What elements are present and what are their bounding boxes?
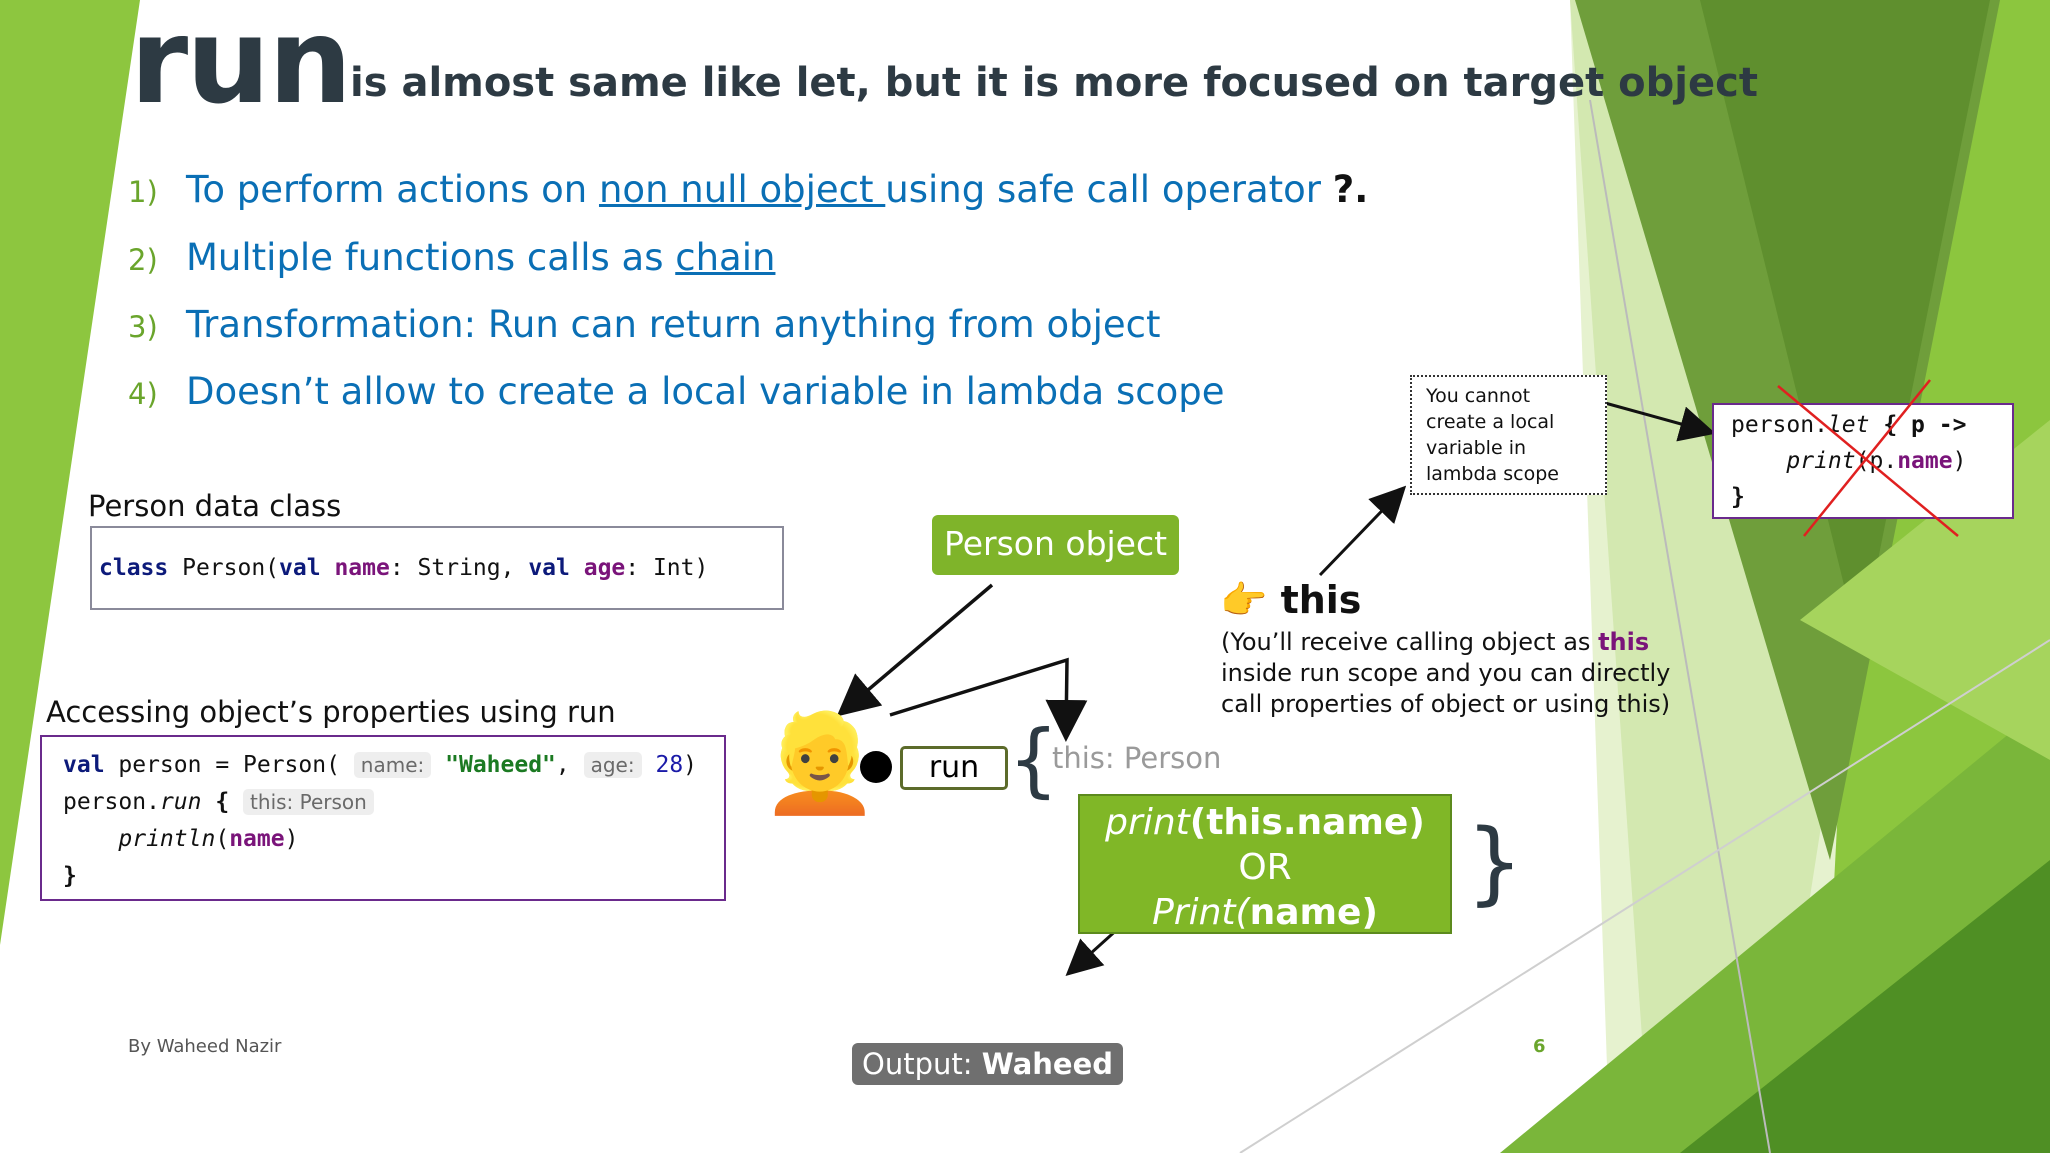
bullet-number: 2) [128,243,158,277]
code-string: "Waheed" [445,752,556,778]
code-line-1: val person = Person( name: "Waheed", age… [63,747,724,784]
desc-text: (You’ll receive calling object as [1221,628,1599,656]
code-text: person. [63,789,160,815]
code-keyword: val [279,555,321,581]
result-line-2: OR [1238,847,1292,888]
access-code: val person = Person( name: "Waheed", age… [40,735,726,901]
output-prefix: Output: [862,1047,982,1081]
close-brace: } [1466,810,1524,915]
cross-out-icon [1777,379,1959,537]
bullet-text: Multiple functions calls as [186,236,676,279]
access-label: Accessing object’s properties using run [46,695,616,729]
arrow-this-to-note [1318,485,1407,577]
bullet-2: 2) Multiple functions calls as chain [128,236,775,279]
code-brace: } [1731,484,1745,510]
safe-call-operator: ?. [1332,168,1369,211]
code-text: ) [284,826,299,852]
code-brace: } [63,863,77,889]
bullet-1: 1) To perform actions on non null object … [128,168,1368,211]
code-keyword: val [528,555,570,581]
code-text: ( [215,826,230,852]
param-hint-name: name: [353,752,432,778]
avatar: 👱 [760,707,880,819]
code-text: ) [683,752,698,778]
person-class-label: Person data class [88,489,342,523]
result-line-1: print(this.name) [1080,800,1450,845]
bullet-3: 3) Transformation: Run can return anythin… [128,303,1160,346]
code-function: run [159,789,202,815]
code-text: person = Person( [104,752,354,778]
output-pill: Output: Waheed [852,1043,1123,1085]
run-function-box: run [900,746,1008,790]
code-text: : Int) [625,555,709,581]
this-description: (You’ll receive calling object as this i… [1221,627,1671,720]
code-keyword: class [99,555,169,581]
link-non-null-object[interactable]: non null object [599,168,885,211]
code-property: name [229,826,285,852]
result-line-3: Print(name) [1080,890,1450,935]
bullet-text: Doesn’t allow to create a local variable… [186,370,1225,413]
result-arg: (this.name) [1189,802,1425,843]
code-text: Person( [168,555,280,581]
title-keyword: run [130,0,352,130]
bullet-text: To perform actions on [186,168,599,211]
link-chain[interactable]: chain [675,236,775,279]
person-object-tag: Person object [932,515,1180,575]
arrow-person-object-to-avatar [836,583,994,717]
note-no-local-variable: You cannot create a local variable in la… [1410,375,1607,495]
this-heading: 👉 this [1220,578,1361,623]
result-fn: Print( [1152,892,1250,933]
title-text: is almost same like let, but it is more … [350,60,1758,106]
bullet-text-after: using safe call operator [885,168,1333,211]
code-brace: { [201,789,230,815]
code-line-2: person.run { this: Person [63,784,724,821]
code-text: , [555,752,584,778]
this-type-label: this: Person [1052,741,1222,775]
result-fn: print [1105,802,1190,843]
code-keyword: val [63,752,105,778]
person-class-code: class Person(val name: String, val age: … [90,526,784,610]
this-heading-text: this [1280,578,1362,622]
result-arg: name) [1249,892,1378,933]
code-text: : String, [389,555,529,581]
bullet-number: 3) [128,310,158,344]
page-number: 6 [1533,1036,1546,1057]
bullet-text: Transformation: Run can return anything … [186,303,1161,346]
code-property: age [583,555,626,581]
code-line-4: } [63,858,724,895]
code-property: name [334,555,390,581]
bullet-number: 4) [128,377,158,411]
param-hint-age: age: [583,752,642,778]
desc-keyword: this [1598,628,1650,656]
output-value: Waheed [981,1047,1113,1081]
bullet-4: 4) Doesn’t allow to create a local variab… [128,370,1225,413]
result-box: print(this.name) OR Print(name) [1078,794,1452,934]
footer-author: By Waheed Nazir [128,1036,282,1057]
code-function: println [118,826,216,852]
lambda-receiver-hint: this: Person [243,789,374,815]
desc-text: inside run scope and you can directly ca… [1221,659,1671,718]
pointing-hand-icon: 👉 [1220,578,1268,622]
code-line-3: println(name) [63,821,724,858]
bullet-number: 1) [128,175,158,209]
code-number: 28 [655,752,684,778]
